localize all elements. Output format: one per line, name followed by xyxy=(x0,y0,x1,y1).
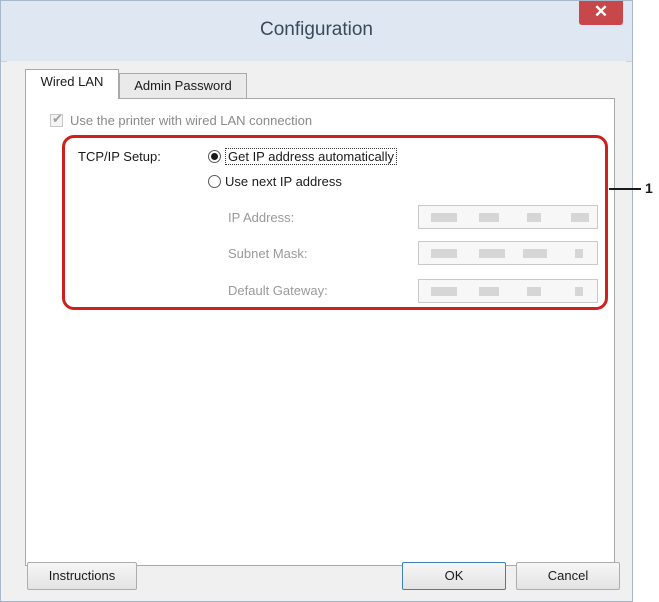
callout-number: 1 xyxy=(645,180,653,196)
configuration-dialog: Configuration ✕ Wired LAN Admin Password… xyxy=(0,0,633,602)
use-next-ip-label[interactable]: Use next IP address xyxy=(225,174,342,189)
ip-octet-blur xyxy=(479,213,499,222)
tab-wired-lan[interactable]: Wired LAN xyxy=(25,69,119,99)
ip-octet-blur xyxy=(527,213,541,222)
get-ip-automatically-radio[interactable] xyxy=(208,150,221,163)
close-button[interactable]: ✕ xyxy=(579,1,623,25)
dialog-client-area: Wired LAN Admin Password ✔ Use the print… xyxy=(7,61,626,595)
mask-octet-blur xyxy=(575,249,583,258)
gw-octet-blur xyxy=(527,287,541,296)
gw-octet-blur xyxy=(431,287,457,296)
subnet-mask-label: Subnet Mask: xyxy=(228,246,308,261)
radio-selected-dot xyxy=(211,153,218,160)
tcpip-setup-label: TCP/IP Setup: xyxy=(78,149,161,164)
checkmark-icon: ✔ xyxy=(52,111,63,126)
cancel-button[interactable]: Cancel xyxy=(516,562,620,590)
default-gateway-field[interactable] xyxy=(418,279,598,303)
instructions-button[interactable]: Instructions xyxy=(27,562,137,590)
close-icon: ✕ xyxy=(593,2,609,21)
title-bar[interactable]: Configuration ✕ xyxy=(1,1,632,62)
subnet-mask-field[interactable] xyxy=(418,241,598,265)
use-next-ip-radio[interactable] xyxy=(208,175,221,188)
ip-address-field[interactable] xyxy=(418,205,598,229)
gw-octet-blur xyxy=(479,287,499,296)
ip-address-label: IP Address: xyxy=(228,210,295,225)
default-gateway-label: Default Gateway: xyxy=(228,283,328,298)
ip-octet-blur xyxy=(571,213,589,222)
mask-octet-blur xyxy=(479,249,505,258)
gw-octet-blur xyxy=(575,287,583,296)
use-wired-lan-checkbox[interactable]: ✔ xyxy=(50,111,63,127)
ok-button[interactable]: OK xyxy=(402,562,506,590)
window-title: Configuration xyxy=(259,19,374,40)
tab-admin-password[interactable]: Admin Password xyxy=(119,73,247,99)
callout-leader-line xyxy=(609,188,641,190)
wired-lan-panel: ✔ Use the printer with wired LAN connect… xyxy=(25,98,615,566)
mask-octet-blur xyxy=(431,249,457,258)
ip-octet-blur xyxy=(431,213,457,222)
mask-octet-blur xyxy=(523,249,547,258)
use-wired-lan-label: Use the printer with wired LAN connectio… xyxy=(70,113,313,128)
get-ip-automatically-label[interactable]: Get IP address automatically xyxy=(225,148,397,165)
